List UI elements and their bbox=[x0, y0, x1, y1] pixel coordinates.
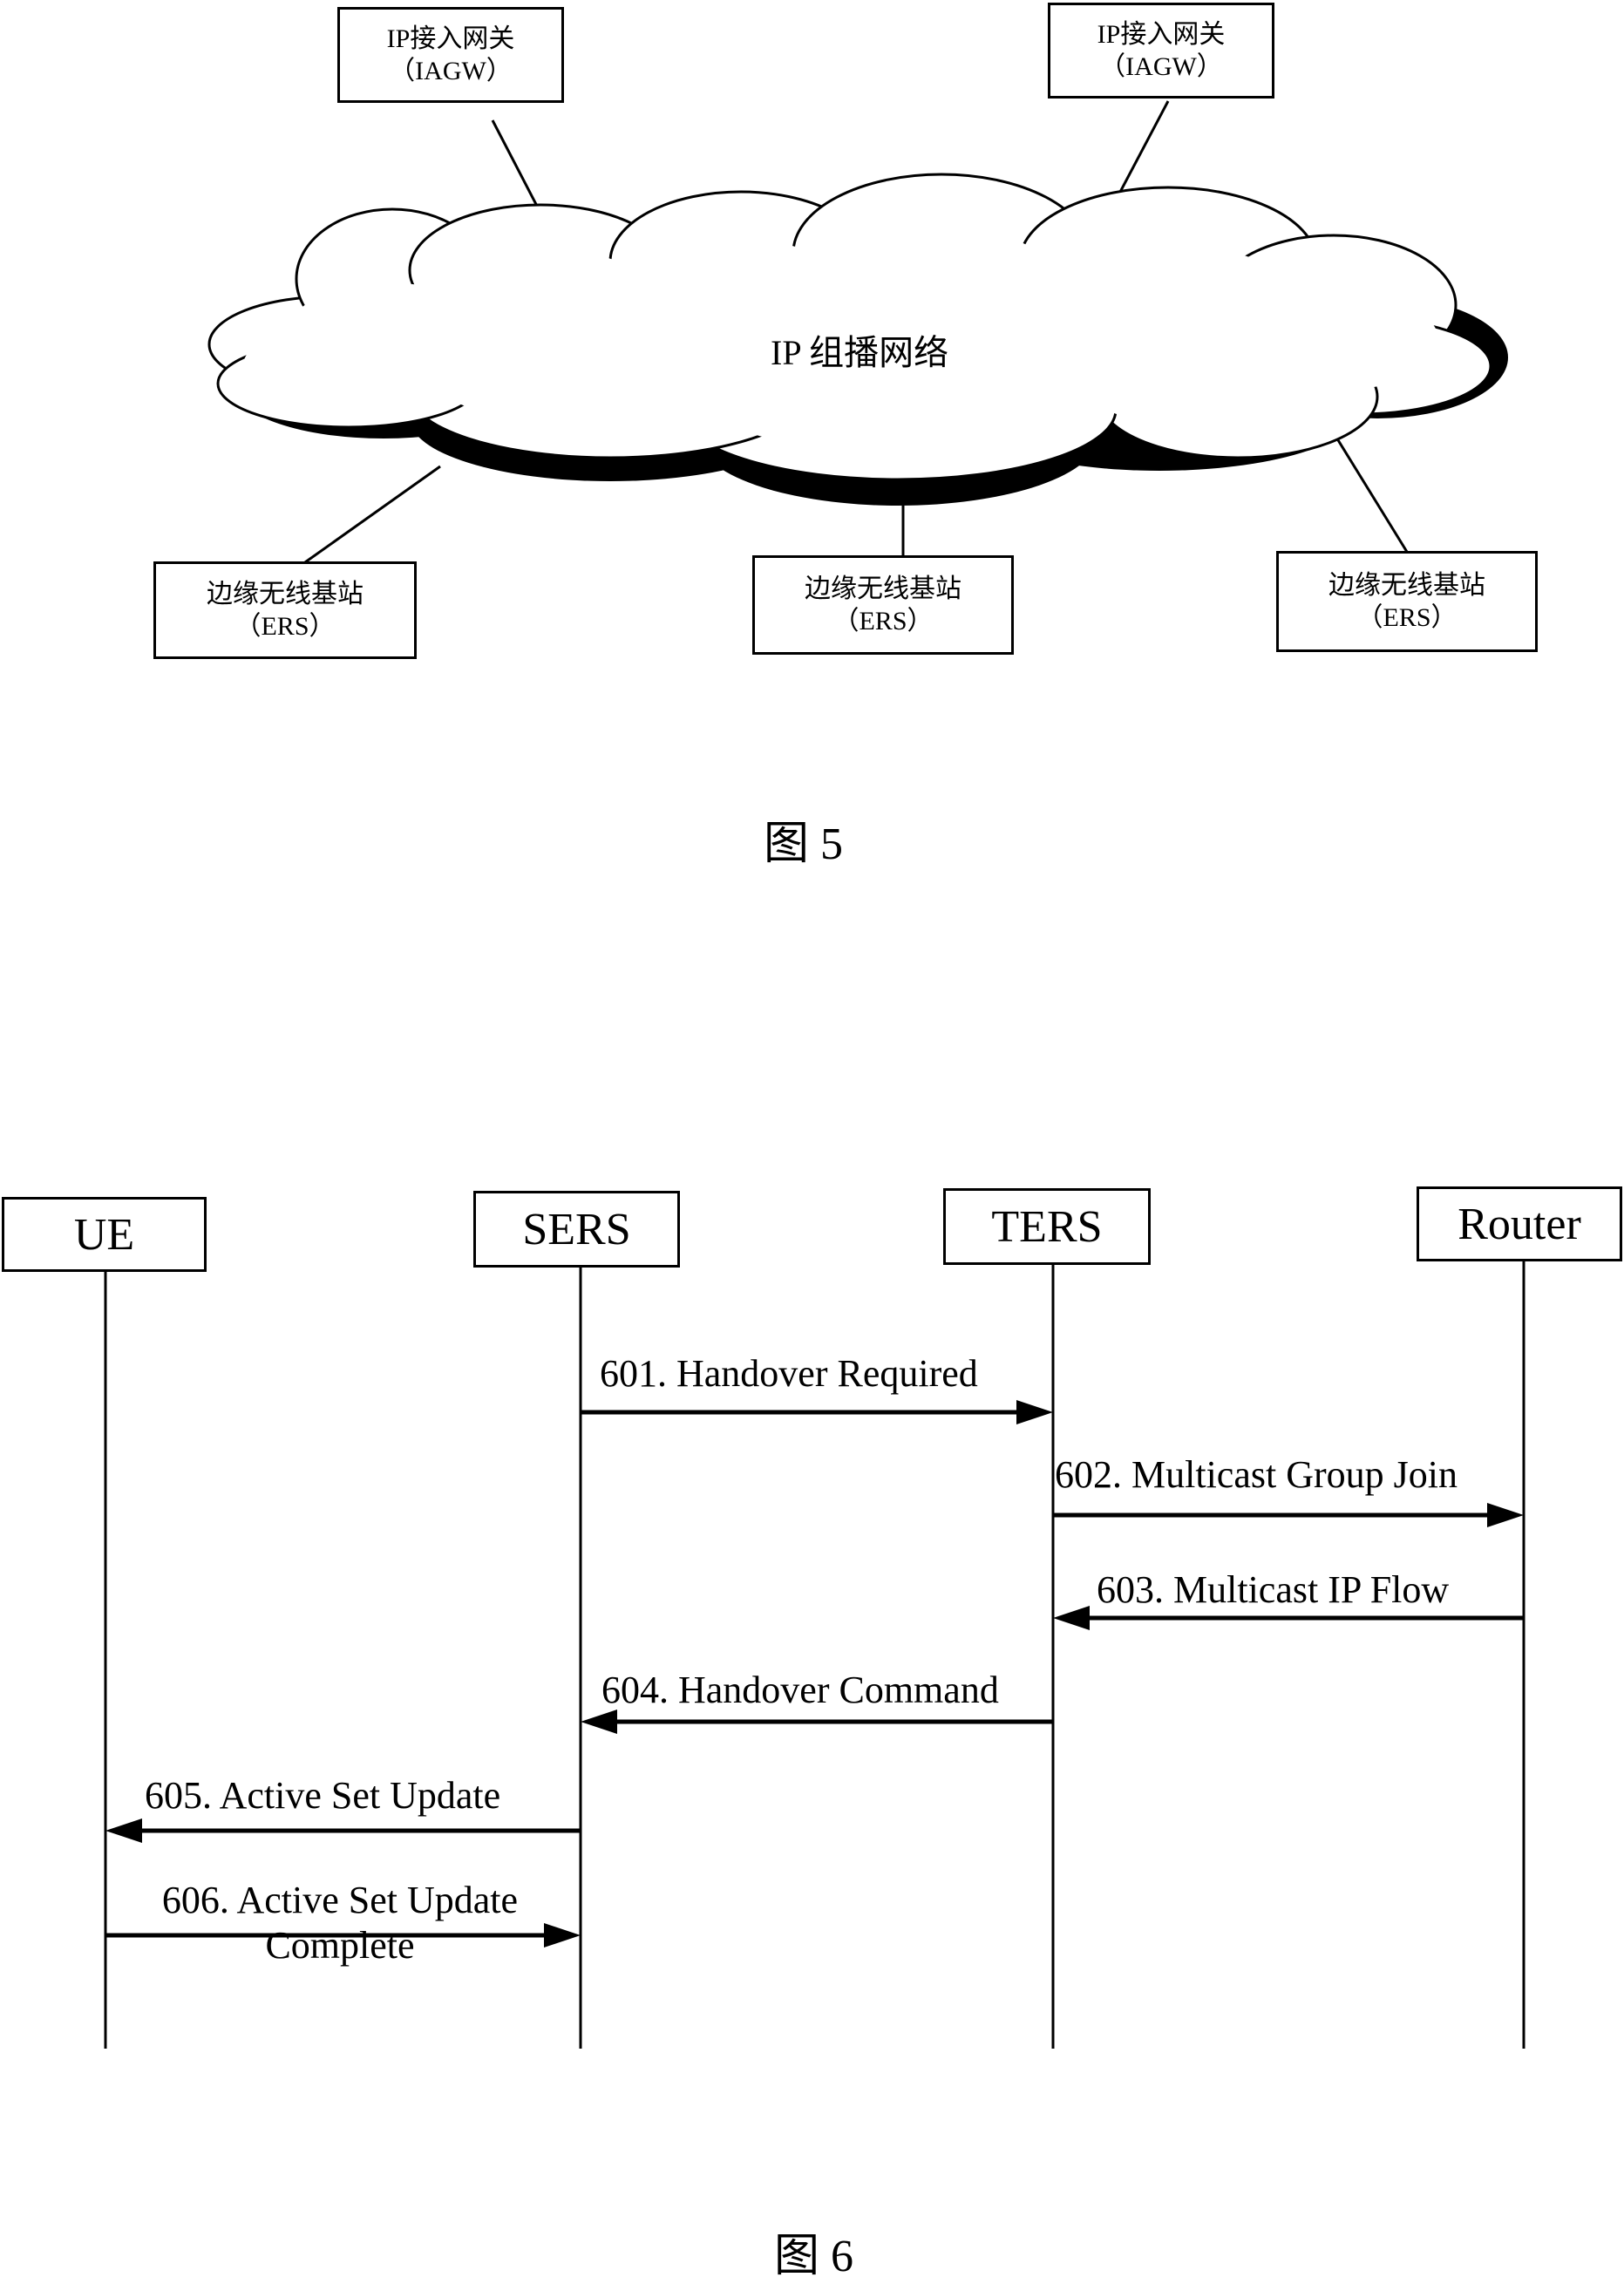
arrowhead-icon bbox=[1487, 1503, 1524, 1527]
arrowhead-icon bbox=[1016, 1400, 1053, 1424]
gateway-abbrev: （IAGW） bbox=[1099, 52, 1223, 81]
message-label-602: 602. Multicast Group Join bbox=[1055, 1453, 1458, 1496]
arrowhead-icon bbox=[581, 1710, 617, 1734]
arrowhead-icon bbox=[105, 1818, 142, 1843]
figure-6-caption: 图 6 bbox=[774, 2232, 854, 2281]
message-label-606-line2: Complete bbox=[265, 1924, 415, 1968]
gateway-box: IP接入网关 （IAGW） bbox=[337, 7, 564, 103]
message-label-606: 606. Active Set Update Complete bbox=[131, 1879, 549, 1968]
base-station-label: 边缘无线基站 bbox=[1328, 570, 1485, 600]
cloud-label: IP 组播网络 bbox=[771, 333, 949, 372]
actor-label: TERS bbox=[991, 1201, 1103, 1252]
gateway-abbrev: （IAGW） bbox=[389, 57, 513, 85]
message-arrow-605 bbox=[105, 1818, 581, 1843]
message-arrow-601 bbox=[581, 1400, 1053, 1424]
arrowhead-icon bbox=[1053, 1606, 1090, 1630]
base-station-box: 边缘无线基站 （ERS） bbox=[752, 555, 1014, 655]
actor-label: Router bbox=[1458, 1199, 1581, 1249]
base-station-abbrev: （ERS） bbox=[1356, 603, 1458, 632]
gateway-box: IP接入网关 （IAGW） bbox=[1048, 3, 1274, 99]
gateway-label: IP接入网关 bbox=[386, 24, 515, 53]
base-station-abbrev: （ERS） bbox=[832, 607, 934, 636]
base-station-box: 边缘无线基站 （ERS） bbox=[1276, 551, 1538, 652]
base-station-box: 边缘无线基站 （ERS） bbox=[153, 561, 417, 659]
base-station-abbrev: （ERS） bbox=[234, 612, 336, 641]
actor-ters: TERS bbox=[943, 1188, 1151, 1265]
message-arrow-604 bbox=[581, 1710, 1053, 1734]
connector-ers-left bbox=[304, 465, 441, 564]
actor-label: SERS bbox=[522, 1204, 631, 1254]
actor-ue: UE bbox=[2, 1197, 207, 1272]
actor-label: UE bbox=[73, 1209, 135, 1260]
message-arrow-602 bbox=[1053, 1503, 1524, 1527]
message-label-601: 601. Handover Required bbox=[600, 1352, 978, 1395]
message-label-603: 603. Multicast IP Flow bbox=[1097, 1568, 1450, 1611]
arrowhead-icon bbox=[544, 1923, 581, 1948]
gateway-label: IP接入网关 bbox=[1097, 19, 1226, 49]
base-station-label: 边缘无线基站 bbox=[805, 574, 961, 603]
message-label-605: 605. Active Set Update bbox=[145, 1774, 501, 1817]
message-label-606-line1: 606. Active Set Update bbox=[161, 1879, 519, 1921]
actor-sers: SERS bbox=[473, 1191, 680, 1268]
message-label-604: 604. Handover Command bbox=[601, 1669, 999, 1711]
figure-5-caption: 图 5 bbox=[764, 819, 844, 869]
connector-ers-right bbox=[1334, 435, 1409, 553]
actor-router: Router bbox=[1417, 1186, 1622, 1261]
base-station-label: 边缘无线基站 bbox=[207, 579, 364, 608]
